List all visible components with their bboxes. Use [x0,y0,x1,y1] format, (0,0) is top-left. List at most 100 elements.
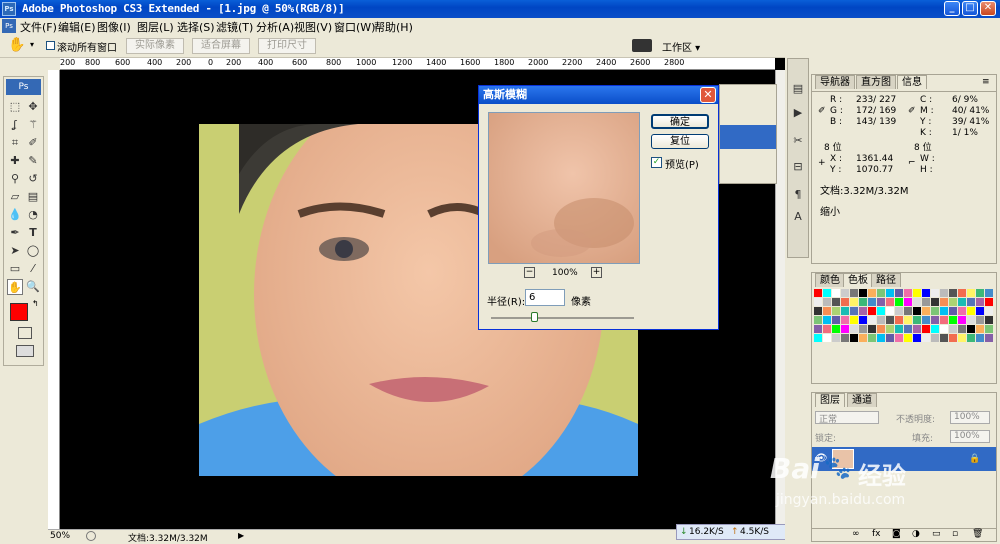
swatch[interactable] [904,289,912,297]
new-layer-icon[interactable]: ▫ [952,529,958,539]
visibility-eye-icon[interactable]: 👁 [815,453,828,464]
ok-button[interactable]: 确定 [651,114,709,129]
swatch[interactable] [967,289,975,297]
swatch[interactable] [976,325,984,333]
menu-select[interactable]: 选择(S) [177,19,215,35]
minimize-button[interactable]: _ [944,1,960,16]
tab-swatches[interactable]: 色板 [843,273,873,287]
swatch[interactable] [832,289,840,297]
swatch[interactable] [958,334,966,342]
menu-window[interactable]: 窗口(W) [334,19,375,35]
new-group-icon[interactable]: ▭ [932,529,941,539]
swatch[interactable] [967,334,975,342]
swatch[interactable] [913,289,921,297]
menu-filter[interactable]: 滤镜(T) [216,19,253,35]
swatch[interactable] [976,289,984,297]
swatch[interactable] [958,289,966,297]
swatch[interactable] [949,316,957,324]
swatch[interactable] [904,325,912,333]
eraser-tool-icon[interactable]: ▱ [7,189,23,205]
swatch[interactable] [922,289,930,297]
swatch[interactable] [841,307,849,315]
swatch[interactable] [859,325,867,333]
actual-pixels-button[interactable]: 实际像素 [126,38,184,54]
swatch[interactable] [985,307,993,315]
swatch[interactable] [832,334,840,342]
swatch[interactable] [814,325,822,333]
swatch[interactable] [940,316,948,324]
swatch[interactable] [904,334,912,342]
maximize-button[interactable]: □ [962,1,978,16]
character-panel-icon[interactable]: A [790,209,806,225]
screen-mode-icon[interactable] [16,345,34,357]
swatch[interactable] [913,316,921,324]
swatch[interactable] [886,325,894,333]
scroll-all-checkbox[interactable] [46,41,55,50]
swatch[interactable] [940,307,948,315]
magic-wand-tool-icon[interactable]: ⚚ [25,117,41,133]
swatch[interactable] [868,289,876,297]
pen-tool-icon[interactable]: ✒ [7,225,23,241]
swatch[interactable] [895,289,903,297]
swatch[interactable] [985,289,993,297]
swatch[interactable] [823,325,831,333]
swatch-grid[interactable] [814,289,994,363]
fill-input[interactable]: 100% [950,430,990,443]
swatch[interactable] [940,298,948,306]
radius-slider-handle[interactable] [531,312,538,322]
layer-row-background[interactable]: 👁 🔒 [812,447,996,471]
crop-tool-icon[interactable]: ⌗ [7,135,23,151]
swatch[interactable] [841,334,849,342]
swatch[interactable] [886,307,894,315]
swatch[interactable] [886,316,894,324]
swatch[interactable] [850,298,858,306]
tab-layers[interactable]: 图层 [815,393,845,407]
swatch[interactable] [841,316,849,324]
swatch[interactable] [940,325,948,333]
tab-color[interactable]: 颜色 [815,273,845,287]
swatch[interactable] [958,298,966,306]
hand-tool-icon[interactable]: ✋ [8,37,25,53]
panel-menu-icon[interactable]: ≡ [982,77,990,87]
swatch[interactable] [904,307,912,315]
blend-mode-select[interactable]: 正常 [815,411,879,425]
swatch[interactable] [895,316,903,324]
swatch[interactable] [886,298,894,306]
swatch[interactable] [850,316,858,324]
swatch[interactable] [949,289,957,297]
workspace-menu[interactable]: 工作区 ▾ [662,39,700,54]
swatch[interactable] [931,316,939,324]
swatch[interactable] [832,307,840,315]
swatch[interactable] [850,289,858,297]
swatch[interactable] [841,289,849,297]
close-button[interactable]: ✕ [980,1,996,16]
swatch[interactable] [877,307,885,315]
swatch[interactable] [850,334,858,342]
swatch[interactable] [877,325,885,333]
swatch[interactable] [895,307,903,315]
menu-layer[interactable]: 图层(L) [137,19,174,35]
swatch[interactable] [823,289,831,297]
swatch[interactable] [949,334,957,342]
swatch[interactable] [832,298,840,306]
swatch[interactable] [814,334,822,342]
zoom-tool-icon[interactable]: 🔍 [25,279,41,295]
swap-colors-icon[interactable]: ↰ [32,299,39,308]
swatch[interactable] [877,289,885,297]
swatch[interactable] [976,316,984,324]
adjustment-layer-icon[interactable]: ◑ [912,529,920,539]
swatch[interactable] [949,298,957,306]
tab-navigator[interactable]: 导航器 [815,75,855,89]
swatch[interactable] [967,307,975,315]
swatch[interactable] [850,325,858,333]
swatch[interactable] [886,289,894,297]
fx-icon[interactable]: fx [872,529,881,539]
path-selection-tool-icon[interactable]: ➤ [7,243,23,259]
swatch[interactable] [976,298,984,306]
swatch[interactable] [868,316,876,324]
swatch[interactable] [868,307,876,315]
swatch[interactable] [814,298,822,306]
reset-button[interactable]: 复位 [651,134,709,149]
swatch[interactable] [922,334,930,342]
swatch[interactable] [958,325,966,333]
